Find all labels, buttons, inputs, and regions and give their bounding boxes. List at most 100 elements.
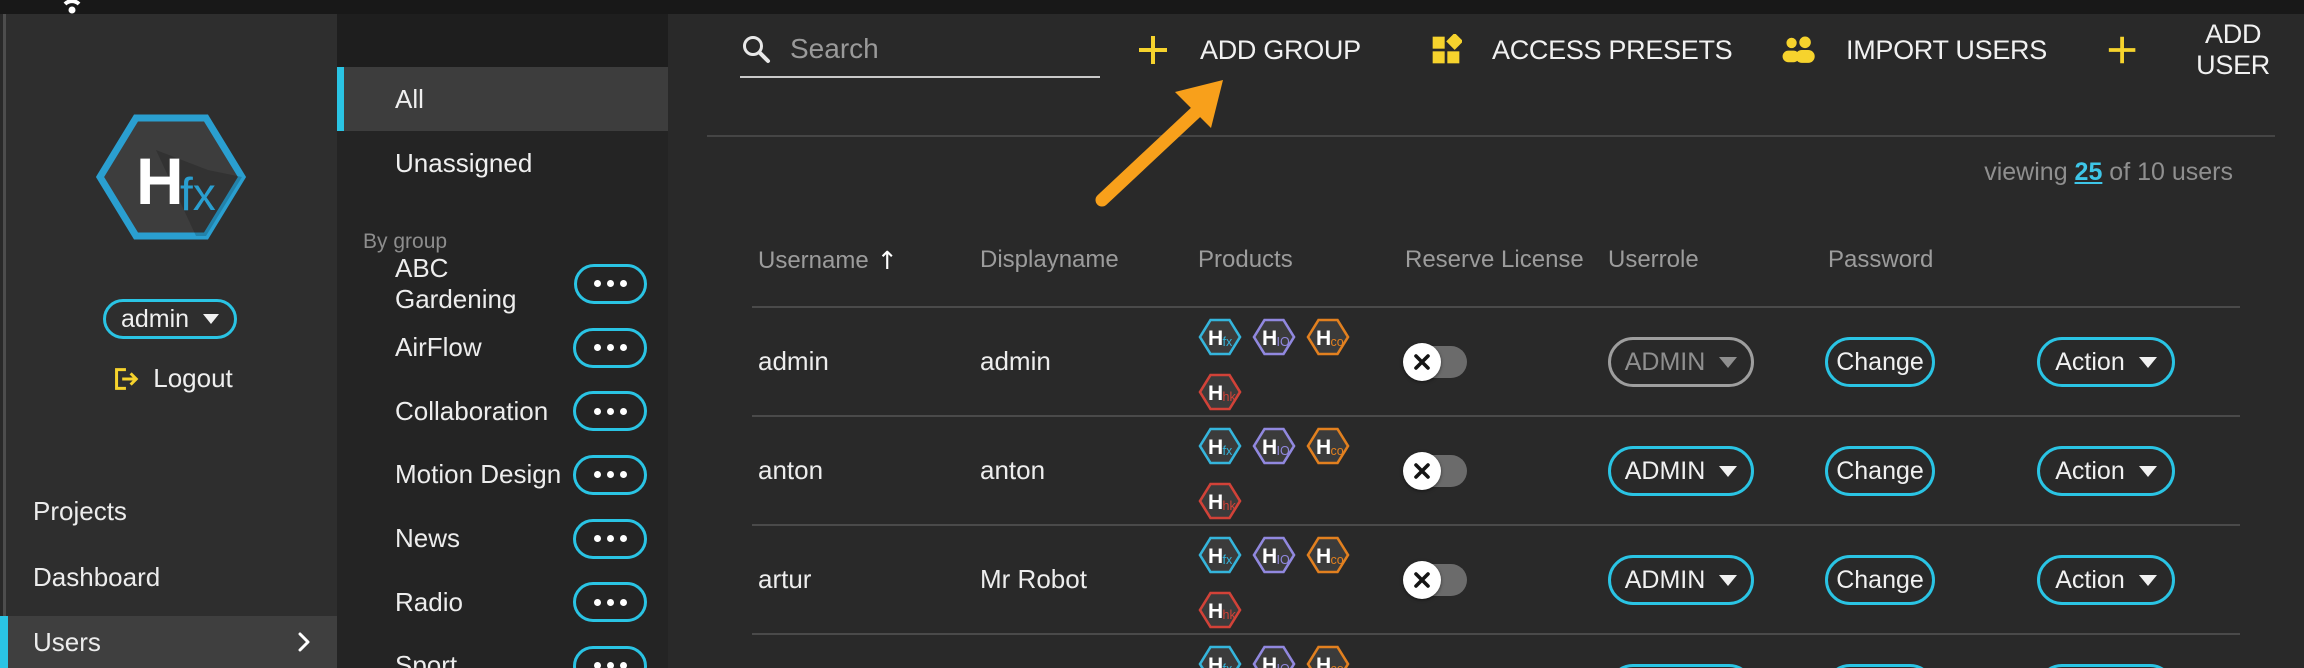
change-password-button[interactable]: Change	[1825, 555, 1935, 605]
table-row: artur Mr Robot HfxHIOHcoHhk ADMIN Change…	[752, 526, 2240, 635]
search-field[interactable]	[740, 22, 1100, 78]
product-hex-co: Hco	[1306, 535, 1350, 575]
filter-all[interactable]: All	[337, 67, 668, 131]
svg-text:H: H	[1208, 600, 1223, 623]
svg-text:H: H	[1262, 436, 1277, 459]
by-group-section-label: By group	[363, 230, 447, 254]
svg-text:co: co	[1331, 662, 1344, 668]
column-header-products[interactable]: Products	[1198, 246, 1293, 274]
action-dropdown[interactable]: Action	[2037, 337, 2175, 387]
table-row: admin admin HfxHIOHcoHhk ADMIN Change Ac…	[752, 308, 2240, 417]
filter-label: All	[395, 84, 424, 115]
svg-text:hk: hk	[1223, 390, 1237, 404]
caret-down-icon	[1719, 466, 1737, 477]
group-options-button[interactable]	[573, 646, 647, 668]
group-list-item[interactable]: ABC Gardening	[337, 252, 668, 316]
column-header-reserve-license[interactable]: Reserve License	[1405, 246, 1584, 274]
product-hex-io: HIO	[1252, 644, 1296, 668]
viewing-prefix: viewing	[1984, 158, 2074, 186]
svg-text:H: H	[1208, 545, 1223, 568]
import-users-button[interactable]: IMPORT USERS	[1774, 26, 2053, 74]
sidebar-item-users[interactable]: Users	[6, 616, 337, 668]
dot-icon	[607, 535, 614, 542]
svg-text:IO: IO	[1277, 662, 1290, 668]
products-cell: HfxHIOHcoHhk	[1198, 644, 1362, 668]
toggle-thumb	[1403, 452, 1441, 490]
group-name[interactable]: Radio	[395, 587, 463, 618]
dot-icon	[620, 280, 627, 287]
group-options-button[interactable]	[574, 264, 647, 304]
dot-icon	[594, 408, 601, 415]
group-name[interactable]: News	[395, 523, 460, 554]
svg-text:H: H	[1208, 327, 1223, 350]
action-dropdown[interactable]: Action	[2037, 446, 2175, 496]
group-name[interactable]: Sport	[395, 650, 457, 668]
current-user-label: admin	[121, 305, 189, 334]
group-name[interactable]: ABC Gardening	[395, 253, 574, 315]
action-dropdown[interactable]: Action	[2037, 555, 2175, 605]
group-list-item[interactable]: Radio	[337, 570, 668, 634]
column-header-password[interactable]: Password	[1828, 246, 1933, 274]
group-options-button[interactable]	[573, 455, 647, 495]
dot-icon	[620, 535, 627, 542]
search-input[interactable]	[788, 32, 1100, 66]
dot-icon	[620, 662, 627, 668]
table-row: HfxHIOHcoHhk ADMIN Change Action	[752, 635, 2240, 668]
change-password-button[interactable]: Change	[1825, 446, 1935, 496]
group-list-item[interactable]: Collaboration	[337, 379, 668, 443]
add-user-button[interactable]: ADD USER	[2100, 26, 2304, 74]
action-dropdown[interactable]: Action	[2037, 664, 2175, 668]
svg-text:H: H	[1316, 327, 1331, 350]
x-icon	[1412, 461, 1432, 481]
userrole-dropdown[interactable]: ADMIN	[1608, 337, 1754, 387]
group-list-item[interactable]: Sport	[337, 634, 668, 668]
main-content: ADD GROUP ACCESS PRESETS IMPORT USERS	[668, 14, 2304, 668]
group-options-button[interactable]	[573, 391, 647, 431]
add-group-button[interactable]: ADD GROUP	[1130, 26, 1367, 74]
group-options-button[interactable]	[573, 519, 647, 559]
group-options-button[interactable]	[573, 328, 647, 368]
group-list-item[interactable]: Motion Design	[337, 443, 668, 507]
column-header-displayname[interactable]: Displayname	[980, 246, 1119, 274]
svg-text:H: H	[1262, 654, 1277, 668]
dot-icon	[620, 344, 627, 351]
group-list-item[interactable]: AirFlow	[337, 316, 668, 380]
change-password-button[interactable]: Change	[1825, 337, 1935, 387]
column-header-userrole[interactable]: Userrole	[1608, 246, 1699, 274]
sidebar-item-dashboard[interactable]: Dashboard	[6, 548, 337, 606]
plus-icon	[1136, 33, 1170, 67]
search-icon	[740, 33, 772, 65]
username-cell: anton	[758, 417, 823, 524]
change-label: Change	[1836, 457, 1924, 486]
logout-icon	[110, 364, 140, 394]
group-name[interactable]: Collaboration	[395, 396, 548, 427]
group-name[interactable]: AirFlow	[395, 332, 482, 363]
userrole-dropdown[interactable]: ADMIN	[1608, 446, 1754, 496]
reserve-license-toggle[interactable]	[1403, 452, 1467, 490]
column-header-username[interactable]: Username ↑	[758, 246, 898, 275]
group-options-button[interactable]	[573, 582, 647, 622]
group-list-item[interactable]: News	[337, 507, 668, 571]
filter-unassigned[interactable]: Unassigned	[337, 131, 668, 195]
reserve-license-toggle[interactable]	[1403, 343, 1467, 381]
product-hex-hk: Hhk	[1198, 590, 1242, 630]
group-name[interactable]: Motion Design	[395, 459, 561, 490]
sidebar-item-projects[interactable]: Projects	[6, 482, 337, 540]
annotation-arrow	[1088, 66, 1258, 216]
viewing-count-link[interactable]: 25	[2075, 158, 2103, 186]
userrole-dropdown[interactable]: ADMIN	[1608, 555, 1754, 605]
product-hex-fx: Hfx	[1198, 426, 1242, 466]
caret-down-icon	[2139, 357, 2157, 368]
button-label: IMPORT USERS	[1846, 35, 2047, 66]
table-body: admin admin HfxHIOHcoHhk ADMIN Change Ac…	[752, 306, 2240, 668]
access-presets-button[interactable]: ACCESS PRESETS	[1424, 26, 1738, 74]
userrole-dropdown[interactable]: ADMIN	[1608, 664, 1754, 668]
current-user-dropdown[interactable]: admin	[103, 299, 237, 339]
caret-down-icon	[1719, 575, 1737, 586]
change-password-button[interactable]: Change	[1825, 664, 1935, 668]
logo-letter-sub: fx	[180, 168, 216, 220]
logout-button[interactable]: Logout	[6, 362, 337, 395]
displayname-cell: Mr Robot	[980, 526, 1087, 633]
reserve-license-toggle[interactable]	[1403, 561, 1467, 599]
toggle-thumb	[1403, 343, 1441, 381]
